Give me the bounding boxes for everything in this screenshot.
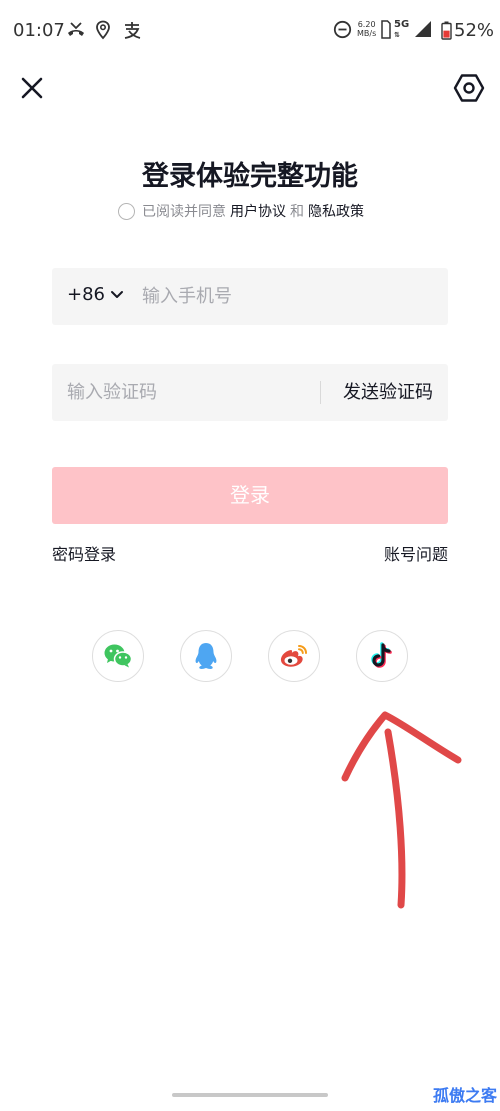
status-bar: 01:07 6.20 MB/s 5G ⇅ 52% [0,0,500,64]
douyin-login-button[interactable] [356,630,408,682]
phone-input[interactable] [142,268,432,325]
signal-icon [415,21,431,37]
agreement-and: 和 [290,204,304,220]
page-title: 登录体验完整功能 [142,161,358,192]
weibo-icon [280,645,307,667]
code-input[interactable] [67,364,307,421]
account-issue-link[interactable]: 账号问题 [384,541,448,565]
close-icon [21,77,43,99]
watermark: 孤傲之客 [433,1086,498,1105]
network-type: 5G ⇅ [394,19,410,40]
country-code-selector[interactable]: +86 [67,284,105,305]
send-code-button[interactable]: 发送验证码 [328,364,448,421]
missed-call-icon [68,22,84,36]
chevron-down-icon[interactable] [110,288,124,302]
user-agreement-link[interactable]: 用户协议 [230,201,286,221]
net-speed: 6.20 MB/s [357,20,377,38]
close-button[interactable] [16,72,48,104]
gear-icon [453,74,485,102]
wechat-login-button[interactable] [92,630,144,682]
home-indicator[interactable] [172,1093,328,1097]
status-time: 01:07 [13,20,65,41]
qq-login-button[interactable] [180,630,232,682]
sim-card-icon [381,20,391,39]
weibo-login-button[interactable] [268,630,320,682]
field-divider [320,381,321,404]
douyin-icon [371,642,392,668]
wechat-icon [104,644,133,668]
qq-icon [195,643,217,670]
agreement-checkbox[interactable] [118,202,135,220]
login-button[interactable]: 登录 [52,467,448,524]
privacy-policy-link[interactable]: 隐私政策 [308,201,364,221]
settings-button[interactable] [452,71,486,105]
battery-percent: 52% [454,20,495,41]
agreement-prefix: 已阅读并同意 [142,204,226,220]
phone-field: +86 [52,268,448,325]
agreement-row: 已阅读并同意 用户协议 和 隐私政策 [118,200,364,222]
code-field: 发送验证码 [52,364,448,421]
alipay-icon [124,22,141,39]
location-icon [96,20,110,40]
battery-icon [441,21,452,40]
do-not-disturb-icon [333,20,352,39]
password-login-link[interactable]: 密码登录 [52,541,116,565]
